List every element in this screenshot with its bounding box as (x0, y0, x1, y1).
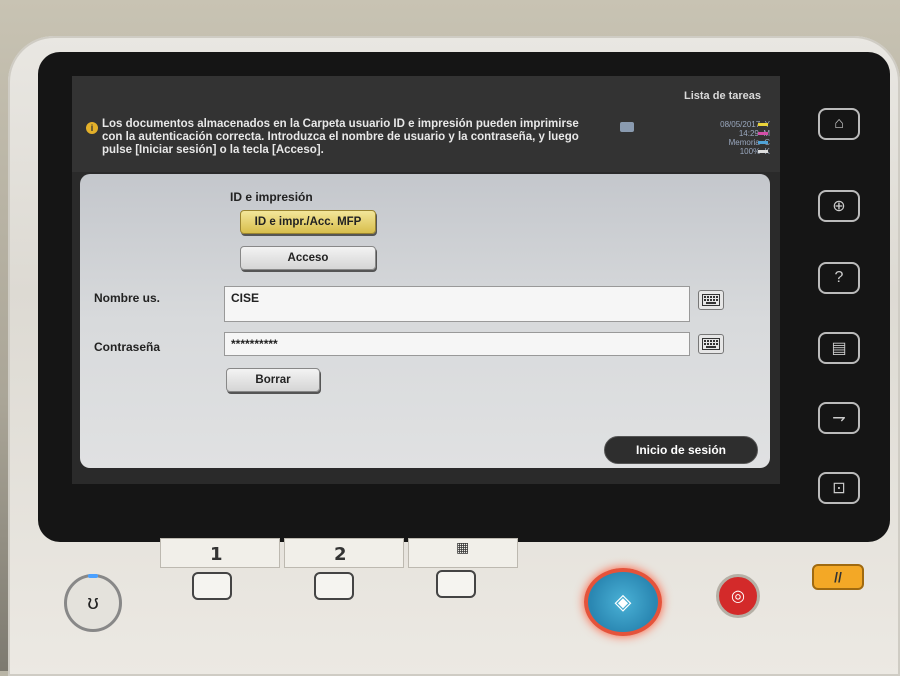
stop-icon: ◎ (731, 588, 745, 605)
memory-label: Memoria (728, 138, 760, 147)
power-led-icon (88, 574, 98, 578)
status-date: 08/05/2017 (720, 120, 761, 129)
start-button[interactable]: ◈ (584, 568, 662, 636)
touch-screen: i Los documentos almacenados en la Carpe… (72, 76, 780, 484)
function-icon[interactable]: ⇁ (818, 402, 860, 434)
network-status-icon (620, 122, 634, 132)
id-print-button[interactable]: ID e impr./Acc. MFP (240, 210, 376, 234)
login-panel: ID e impresión ID e impr./Acc. MFP Acces… (80, 174, 770, 468)
zoom-icon[interactable]: ⊕ (818, 190, 860, 222)
toner-bar-c (758, 141, 768, 144)
access-button[interactable]: Acceso (240, 246, 376, 270)
password-field[interactable]: ********** (224, 332, 690, 356)
register-key-1[interactable] (192, 572, 232, 600)
username-label: Nombre us. (94, 291, 161, 305)
register-key-2-label: 2 (334, 544, 347, 565)
password-keyboard-icon[interactable] (698, 334, 724, 354)
instruction-message: Los documentos almacenados en la Carpeta… (102, 118, 579, 156)
info-icon: i (86, 122, 98, 134)
keypad-icon: ▦ (456, 540, 470, 556)
stop-button[interactable]: ◎ (716, 574, 760, 618)
section-title: ID e impresión (230, 190, 313, 204)
home-icon[interactable]: ⌂ (818, 108, 860, 140)
register-key-2[interactable] (314, 572, 354, 600)
help-icon[interactable]: ? (818, 262, 860, 294)
username-keyboard-icon[interactable] (698, 290, 724, 310)
toner-bar-m (758, 132, 768, 135)
start-icon: ◈ (614, 589, 632, 614)
power-icon: ʊ (87, 591, 99, 614)
power-button[interactable]: ʊ (64, 574, 122, 632)
clear-button[interactable]: Borrar (226, 368, 320, 392)
username-field[interactable]: CISE (224, 286, 690, 322)
reset-button[interactable]: // (812, 564, 864, 590)
password-label: Contraseña (94, 340, 161, 354)
register-key-1-label: 1 (210, 544, 223, 565)
status-time: 14:29 (738, 129, 759, 138)
login-button[interactable]: Inicio de sesión (604, 436, 758, 464)
keypad-key[interactable] (436, 570, 476, 598)
panel-icon[interactable]: ▤ (818, 332, 860, 364)
reset-icon: // (834, 569, 842, 585)
preview-icon[interactable]: ⊡ (818, 472, 860, 504)
toner-bar-k (758, 150, 768, 153)
screen-header: i Los documentos almacenados en la Carpe… (72, 76, 780, 172)
toner-bar-y (758, 123, 768, 126)
task-list-button[interactable]: Lista de tareas (684, 90, 761, 102)
status-area: 08/05/2017 Y 14:29 M Memoria C 100% K (670, 120, 770, 156)
